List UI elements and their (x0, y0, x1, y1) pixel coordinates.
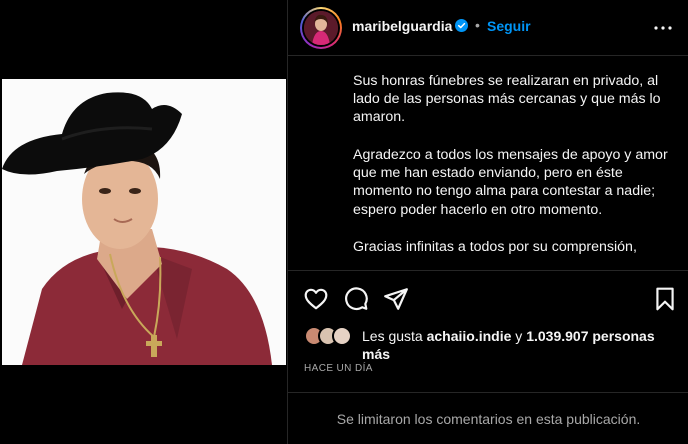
likes-summary: Les gusta achaiio.indie y 1.039.907 pers… (304, 326, 684, 363)
username-link[interactable]: maribelguardia (352, 18, 452, 34)
post-media-pane (0, 0, 287, 444)
liker-username-link[interactable]: achaiio.indie (427, 328, 512, 344)
heart-icon[interactable] (303, 286, 329, 312)
follow-button[interactable]: Seguir (487, 18, 531, 34)
caption-paragraph: Sus honras fúnebres se realizaran en pri… (353, 73, 661, 126)
avatar[interactable] (332, 326, 352, 346)
liker-avatars (304, 326, 360, 348)
more-options-icon[interactable] (651, 16, 675, 40)
portrait-illustration (2, 79, 286, 365)
caption-paragraph: Agradezco a todos los mensajes de apoyo … (353, 147, 668, 218)
comment-icon[interactable] (343, 286, 369, 312)
likes-prefix: Les gusta (362, 328, 427, 344)
likes-text: Les gusta achaiio.indie y 1.039.907 pers… (362, 327, 682, 363)
post-photo[interactable] (2, 79, 286, 365)
likes-connector: y (511, 328, 527, 344)
bookmark-icon[interactable] (652, 286, 678, 312)
verified-badge-icon (455, 19, 468, 32)
post-info-pane: maribelguardia • Seguir Sus honras fúneb… (287, 0, 688, 444)
post-caption: Sus honras fúnebres se realizaran en pri… (288, 57, 688, 270)
separator-dot: • (475, 17, 480, 33)
caption-paragraph: Gracias infinitas a todos por su compren… (353, 239, 637, 255)
comments-disabled-notice: Se limitaron los comentarios en esta pub… (288, 392, 688, 444)
post-header: maribelguardia • Seguir (288, 0, 688, 56)
post-timestamp[interactable]: HACE UN DÍA (304, 363, 373, 374)
action-bar (288, 270, 688, 320)
share-icon[interactable] (383, 286, 409, 312)
avatar[interactable] (300, 7, 342, 49)
